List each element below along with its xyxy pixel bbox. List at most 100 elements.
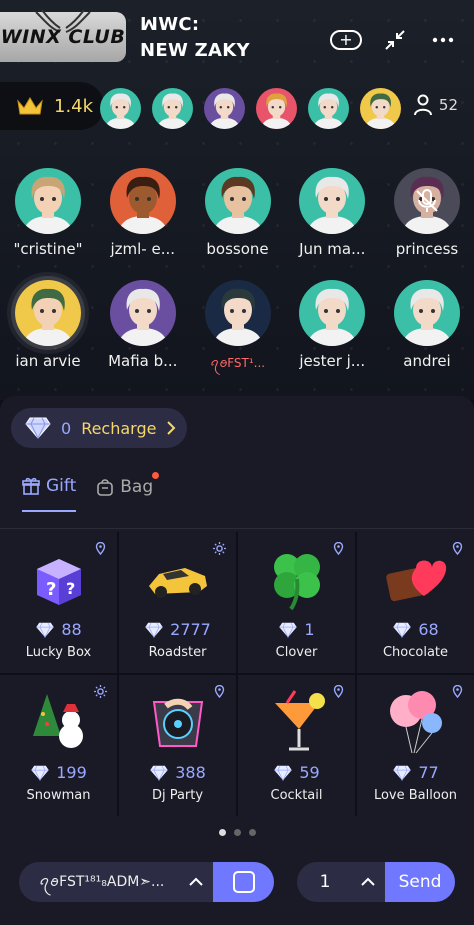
- gift-item[interactable]: 199 Snowman: [0, 675, 117, 816]
- minimize-icon[interactable]: [380, 28, 410, 52]
- gift-item[interactable]: 77 Love Balloon: [357, 675, 474, 816]
- gift-price-value: 88: [61, 620, 82, 639]
- mic-seat[interactable]: Mafia b...: [108, 280, 177, 377]
- gift-image: [24, 689, 94, 755]
- seat-name: jester j...: [299, 352, 366, 370]
- gift-price: 1: [278, 620, 315, 639]
- chevron-up-icon[interactable]: [179, 877, 213, 887]
- seat-avatar[interactable]: [15, 168, 81, 234]
- mic-seat[interactable]: jzml- e...: [109, 168, 177, 258]
- seat-avatar[interactable]: [109, 280, 176, 346]
- gift-item[interactable]: 68 Chocolate: [357, 532, 474, 673]
- mic-seat[interactable]: ꪖꪮFST¹...: [204, 280, 272, 377]
- chevron-up-icon[interactable]: [353, 877, 383, 887]
- diamond-icon: [392, 765, 412, 781]
- tab-gift[interactable]: Gift: [22, 476, 77, 512]
- gift-name: Snowman: [26, 788, 91, 803]
- gift-name: Lucky Box: [25, 645, 92, 660]
- gift-price-value: 2777: [170, 620, 211, 639]
- viewer-avatar[interactable]: [100, 88, 141, 129]
- room-badge[interactable]: WINX CLUB: [0, 10, 126, 62]
- page-dot: [218, 829, 226, 836]
- mic-seat[interactable]: ian arvie: [14, 280, 82, 377]
- recharge-button[interactable]: 0 Recharge: [11, 408, 187, 448]
- viewer-list: [100, 88, 401, 129]
- gift-name: Dj Party: [151, 788, 204, 803]
- gift-image: [262, 546, 332, 612]
- tab-bag[interactable]: Bag: [96, 472, 160, 512]
- mic-seat[interactable]: jester j...: [298, 280, 366, 377]
- divider: [0, 528, 474, 529]
- seat-avatar[interactable]: [204, 168, 271, 234]
- mic-seat[interactable]: princess: [393, 168, 461, 258]
- mic-seat[interactable]: Jun ma...: [298, 168, 366, 258]
- pin-icon: [451, 540, 464, 556]
- svg-text:?: ?: [66, 579, 75, 598]
- recipient-name: ꪖꪮFST¹⁸¹₈ADM➣...: [39, 873, 165, 890]
- room-logo-icon: ꟽ: [140, 14, 159, 35]
- gift-price-value: 77: [418, 763, 439, 782]
- send-button[interactable]: Send: [385, 862, 455, 902]
- pin-icon: [332, 540, 345, 556]
- diamond-icon: [278, 622, 298, 638]
- seat-avatar[interactable]: [299, 168, 366, 234]
- gift-price: 388: [149, 763, 206, 782]
- diamond-icon: [273, 765, 293, 781]
- select-all-checkbox[interactable]: [213, 862, 274, 902]
- gift-name: Roadster: [148, 645, 207, 660]
- viewer-avatar[interactable]: [308, 88, 349, 129]
- follow-button[interactable]: +: [330, 30, 362, 50]
- seat-name: andrei: [403, 352, 451, 370]
- mic-seat[interactable]: andrei: [393, 280, 461, 377]
- room-title: ꟽWC: NEW ZAKY: [140, 12, 250, 64]
- mic-seats: "cristine" jzml- e... bossone Jun ma... …: [0, 168, 474, 399]
- seat-avatar[interactable]: [109, 168, 176, 234]
- svg-text:?: ?: [46, 579, 56, 600]
- mic-seat[interactable]: "cristine": [14, 168, 82, 258]
- gift-item[interactable]: ?? 88 Lucky Box: [0, 532, 117, 673]
- pin-icon: [451, 683, 464, 699]
- room-title-line2: NEW ZAKY: [140, 40, 250, 61]
- seat-name: ꪖꪮFST¹...: [209, 356, 266, 370]
- seat-avatar[interactable]: [299, 280, 366, 346]
- room-title-line1: WC:: [158, 14, 200, 35]
- seat-avatar[interactable]: [394, 168, 460, 234]
- page-indicator: [0, 829, 474, 836]
- quantity-selector[interactable]: 1 Send: [297, 862, 455, 902]
- room-badge-text: WINX CLUB: [0, 26, 126, 48]
- gift-price-value: 1: [304, 620, 315, 639]
- gift-price: 2777: [144, 620, 211, 639]
- gift-image: [143, 689, 213, 755]
- more-icon[interactable]: [428, 28, 458, 52]
- gift-price: 199: [30, 763, 87, 782]
- quantity-value: 1: [319, 872, 331, 892]
- seat-avatar[interactable]: [204, 280, 271, 346]
- gift-image: [381, 546, 451, 612]
- tab-bag-label: Bag: [120, 477, 154, 497]
- recipient-selector[interactable]: ꪖꪮFST¹⁸¹₈ADM➣...: [19, 862, 274, 902]
- seat-name: "cristine": [13, 240, 83, 258]
- viewer-avatar[interactable]: [256, 88, 297, 129]
- seat-avatar[interactable]: [15, 280, 81, 346]
- seat-avatar[interactable]: [394, 280, 460, 346]
- gift-item[interactable]: 1 Clover: [238, 532, 355, 673]
- viewer-avatar[interactable]: [204, 88, 245, 129]
- diamond-balance: 0: [61, 418, 72, 438]
- chevron-right-icon: [167, 421, 176, 435]
- page-dot: [233, 829, 241, 836]
- viewer-avatar[interactable]: [152, 88, 193, 129]
- viewer-avatar[interactable]: [360, 88, 401, 129]
- crown-ranking[interactable]: 1.4k: [0, 82, 104, 130]
- seat-name: princess: [395, 240, 459, 258]
- gift-item[interactable]: 2777 Roadster: [119, 532, 236, 673]
- checkbox-icon: [232, 871, 255, 893]
- gift-item[interactable]: 388 Dj Party: [119, 675, 236, 816]
- viewer-count[interactable]: 52: [413, 94, 458, 116]
- gift-price: 88: [35, 620, 82, 639]
- gift-price: 59: [273, 763, 320, 782]
- gift-item[interactable]: 59 Cocktail: [238, 675, 355, 816]
- notification-dot: [152, 472, 160, 479]
- room-area: WINX CLUB ꟽWC: NEW ZAKY + 1.4k 52 "crist…: [0, 0, 474, 400]
- mic-seat[interactable]: bossone: [204, 168, 272, 258]
- pin-icon: [213, 683, 226, 699]
